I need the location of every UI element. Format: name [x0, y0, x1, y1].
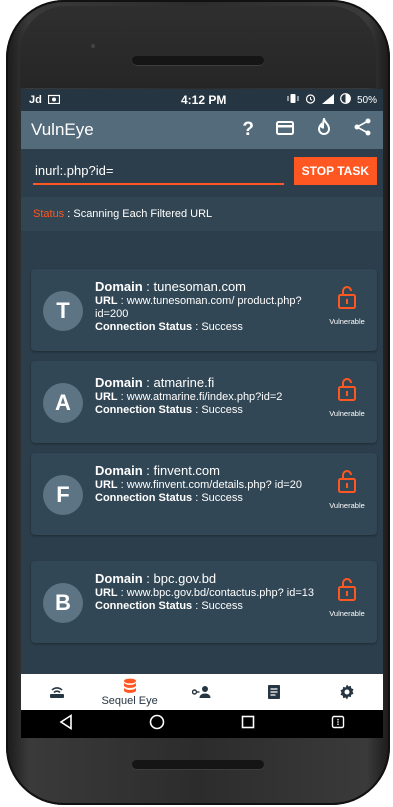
- unlock-icon: [338, 286, 356, 309]
- nav-sequel-eye-label: Sequel Eye: [101, 694, 158, 707]
- nav-router[interactable]: [21, 685, 93, 699]
- nav-document[interactable]: [238, 684, 310, 700]
- url-value: www.finvent.com/details.php? id=20: [126, 479, 302, 491]
- unlock-icon: [338, 378, 356, 401]
- connection-label: Connection Status: [95, 492, 193, 504]
- flame-icon[interactable]: [316, 115, 332, 142]
- domain-value: bpc.gov.bd: [153, 571, 217, 586]
- dork-input[interactable]: [33, 157, 284, 185]
- connection-value: Success: [201, 600, 243, 612]
- gear-icon: [340, 684, 354, 700]
- url-label: URL: [95, 479, 118, 491]
- document-icon: [268, 685, 281, 699]
- domain-value: finvent.com: [153, 463, 220, 478]
- result-info: Domain : finvent.com URL : www.finvent.c…: [95, 463, 302, 504]
- vulnerable-label: Vulnerable: [329, 501, 365, 510]
- unlock-icon: [338, 578, 356, 601]
- connection-value: Success: [201, 404, 243, 416]
- url-label: URL: [95, 295, 118, 307]
- battery-icon: [340, 93, 351, 107]
- bottom-speaker: [132, 760, 264, 769]
- domain-label: Domain: [95, 375, 143, 390]
- vulnerable-badge[interactable]: Vulnerable: [323, 469, 371, 513]
- card-icon[interactable]: [276, 119, 294, 141]
- nav-person-key[interactable]: [166, 685, 238, 699]
- menu-icon[interactable]: [331, 715, 345, 734]
- vulnerable-badge[interactable]: Vulnerable: [323, 285, 371, 329]
- alarm-icon: [305, 93, 316, 107]
- scan-status-line: Status : Scanning Each Filtered URL: [21, 197, 383, 231]
- phone-top-bezel: [20, 6, 376, 88]
- result-card[interactable]: F Domain : finvent.com URL : www.finvent…: [31, 453, 377, 535]
- vulnerable-label: Vulnerable: [329, 609, 365, 618]
- status-time: 4:12 PM: [181, 93, 227, 107]
- front-camera: [91, 44, 95, 48]
- domain-value: atmarine.fi: [153, 375, 215, 390]
- domain-avatar: T: [43, 291, 83, 331]
- person-key-icon: [192, 686, 211, 698]
- url-value: www.tunesoman.com/ product.php?id=200: [95, 295, 302, 320]
- status-text: : Scanning Each Filtered URL: [64, 208, 213, 220]
- results-list: T Domain : tunesoman.com URL : www.tunes…: [21, 261, 383, 674]
- domain-label: Domain: [95, 463, 143, 478]
- nav-sequel-eye[interactable]: Sequel Eye: [93, 678, 165, 707]
- home-icon[interactable]: [149, 714, 165, 735]
- vibrate-icon: [287, 93, 299, 107]
- vulnerable-label: Vulnerable: [329, 317, 365, 326]
- unlock-icon: [338, 470, 356, 493]
- result-card[interactable]: T Domain : tunesoman.com URL : www.tunes…: [31, 269, 377, 351]
- url-label: URL: [95, 391, 118, 403]
- app-title: VulnEye: [31, 120, 94, 139]
- connection-label: Connection Status: [95, 404, 193, 416]
- vulnerable-badge[interactable]: Vulnerable: [323, 577, 371, 621]
- connection-value: Success: [201, 492, 243, 504]
- status-bar: Jd 4:12 PM 50%: [21, 89, 383, 111]
- domain-avatar: F: [43, 475, 83, 515]
- recents-icon[interactable]: [241, 715, 255, 734]
- connection-label: Connection Status: [95, 321, 193, 333]
- share-icon[interactable]: [354, 118, 371, 142]
- url-label: URL: [95, 587, 118, 599]
- url-value: www.bpc.gov.bd/contactus.php? id=13: [126, 587, 315, 599]
- back-icon[interactable]: [59, 713, 73, 735]
- earpiece-speaker: [132, 56, 264, 65]
- app-bar: VulnEye ?: [21, 111, 383, 149]
- help-icon[interactable]: ?: [242, 119, 254, 141]
- domain-value: tunesoman.com: [153, 279, 247, 294]
- vulnerable-label: Vulnerable: [329, 409, 365, 418]
- connection-value: Success: [201, 321, 243, 333]
- domain-label: Domain: [95, 279, 143, 294]
- stop-task-button[interactable]: STOP TASK: [293, 157, 377, 185]
- result-card[interactable]: B Domain : bpc.gov.bd URL : www.bpc.gov.…: [31, 561, 377, 643]
- bottom-navigation: Sequel Eye: [21, 674, 383, 710]
- domain-label: Domain: [95, 571, 143, 586]
- status-notification-icon: [47, 94, 60, 107]
- result-info: Domain : atmarine.fi URL : www.atmarine.…: [95, 375, 283, 416]
- status-carrier-text: Jd: [29, 94, 42, 106]
- connection-label: Connection Status: [95, 600, 193, 612]
- url-value: www.atmarine.fi/index.php?id=2: [126, 391, 283, 403]
- result-info: Domain : bpc.gov.bd URL : www.bpc.gov.bd…: [95, 571, 315, 612]
- nav-settings[interactable]: [311, 684, 383, 700]
- domain-avatar: B: [43, 583, 83, 623]
- signal-icon: [321, 93, 334, 107]
- screen: Jd 4:12 PM 50% VulnEye ? inurl:.php?id= …: [21, 89, 383, 738]
- router-icon: [50, 687, 65, 698]
- search-row: STOP TASK: [21, 149, 383, 193]
- result-card[interactable]: A Domain : atmarine.fi URL : www.atmarin…: [31, 361, 377, 443]
- result-info: Domain : tunesoman.com URL : www.tunesom…: [95, 279, 302, 333]
- status-label: Status: [33, 208, 65, 220]
- battery-percent: 50%: [356, 94, 377, 106]
- system-nav-bar: [21, 710, 383, 738]
- domain-avatar: A: [43, 383, 83, 423]
- database-icon: [123, 678, 136, 693]
- vulnerable-badge[interactable]: Vulnerable: [323, 377, 371, 421]
